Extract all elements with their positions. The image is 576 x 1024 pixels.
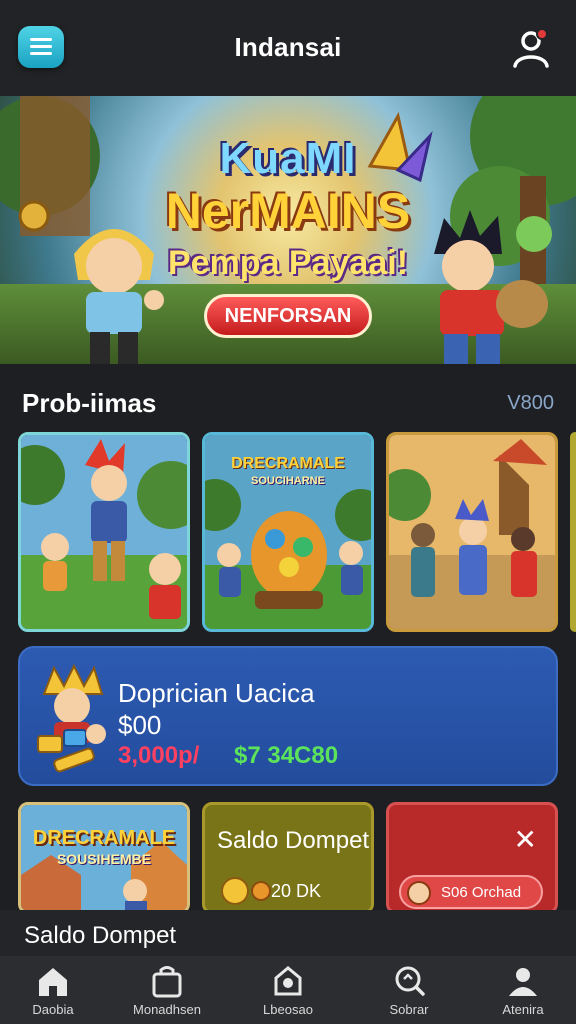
adventure-card-art	[21, 435, 187, 629]
promo-value: $00	[118, 710, 162, 740]
section-title: Prob-iimas	[22, 388, 157, 418]
nav-item-search[interactable]: Sobrar	[364, 962, 454, 1022]
nav-label: Atenira	[502, 1002, 544, 1017]
profile-button[interactable]	[508, 26, 554, 70]
nav-label: Monadhsen	[133, 1002, 201, 1017]
wallet-strip: Saldo Dompet	[0, 910, 576, 956]
game-card-partial[interactable]	[570, 432, 576, 632]
nav-label: Sobrar	[389, 1002, 429, 1017]
treasure-card-title: DRECRAMALE	[231, 455, 345, 472]
game-card-treasure[interactable]: DRECRAMALE SOUCIHARNE	[202, 432, 374, 632]
promo-title: Doprician Uacica	[118, 678, 315, 708]
offer-tile[interactable]: ✕ S06 Orchad	[386, 802, 558, 914]
game-card-village[interactable]	[386, 432, 558, 632]
notification-badge	[536, 28, 548, 40]
promo-character-icon	[37, 664, 106, 773]
wallet-tile[interactable]: Saldo Dompet 20 DK	[202, 802, 374, 914]
nav-label: Daobia	[32, 1002, 74, 1017]
game-tile-souvenir[interactable]: DRECRAMALE SOUSIHEMBE	[18, 802, 190, 914]
game-card-adventure[interactable]	[18, 432, 190, 632]
souvenir-tile-title: DRECRAMALE	[32, 827, 176, 849]
bottom-nav: Daobia Monadhsen Lbeosao Sobrar Atenira	[0, 956, 576, 1024]
treasure-card-subtitle: SOUCIHARNE	[251, 475, 325, 487]
hero-banner[interactable]: KuaMI NerMAINS Pempa Payaai! NENFORSAN	[0, 96, 576, 364]
coin-icons	[221, 877, 271, 905]
promo-old-price: 3,000p/	[118, 742, 200, 769]
location-icon	[274, 966, 302, 996]
wallet-tile-label: Saldo Dompet	[217, 827, 370, 854]
hero-subtitle: Pempa Payaai!	[167, 244, 409, 282]
promo-new-price: $7 34C80	[234, 742, 339, 769]
avatar	[407, 881, 431, 905]
app-title: Indansai	[234, 32, 342, 62]
home-icon	[39, 968, 67, 996]
bag-icon	[152, 966, 182, 998]
see-all-link[interactable]: V800	[507, 392, 554, 415]
offer-pill[interactable]: S06 Orchad	[399, 875, 543, 909]
nav-item-location[interactable]: Lbeosao	[243, 962, 333, 1022]
wallet-strip-label: Saldo Dompet	[24, 922, 177, 949]
village-card-art	[389, 435, 555, 629]
nav-item-account[interactable]: Atenira	[478, 962, 568, 1022]
hero-title-line2: NerMAINS	[165, 183, 411, 239]
nav-item-shop[interactable]: Monadhsen	[122, 962, 212, 1022]
nav-label: Lbeosao	[263, 1002, 313, 1017]
wallet-tile-balance: 20 DK	[271, 881, 322, 901]
search-icon	[395, 966, 425, 996]
souvenir-tile-subtitle: SOUSIHEMBE	[56, 851, 152, 867]
top-bar: Indansai	[0, 0, 576, 96]
hero-title-line1: KuaMI	[219, 134, 357, 183]
promo-banner[interactable]: Doprician Uacica $00 3,000p/ $7 34C80	[18, 646, 558, 786]
close-icon[interactable]: ✕	[514, 823, 537, 856]
hero-cta-button[interactable]: NENFORSAN	[204, 294, 372, 338]
user-icon	[509, 968, 537, 996]
nav-item-home[interactable]: Daobia	[8, 962, 98, 1022]
offer-pill-label: S06 Orchad	[441, 883, 522, 901]
